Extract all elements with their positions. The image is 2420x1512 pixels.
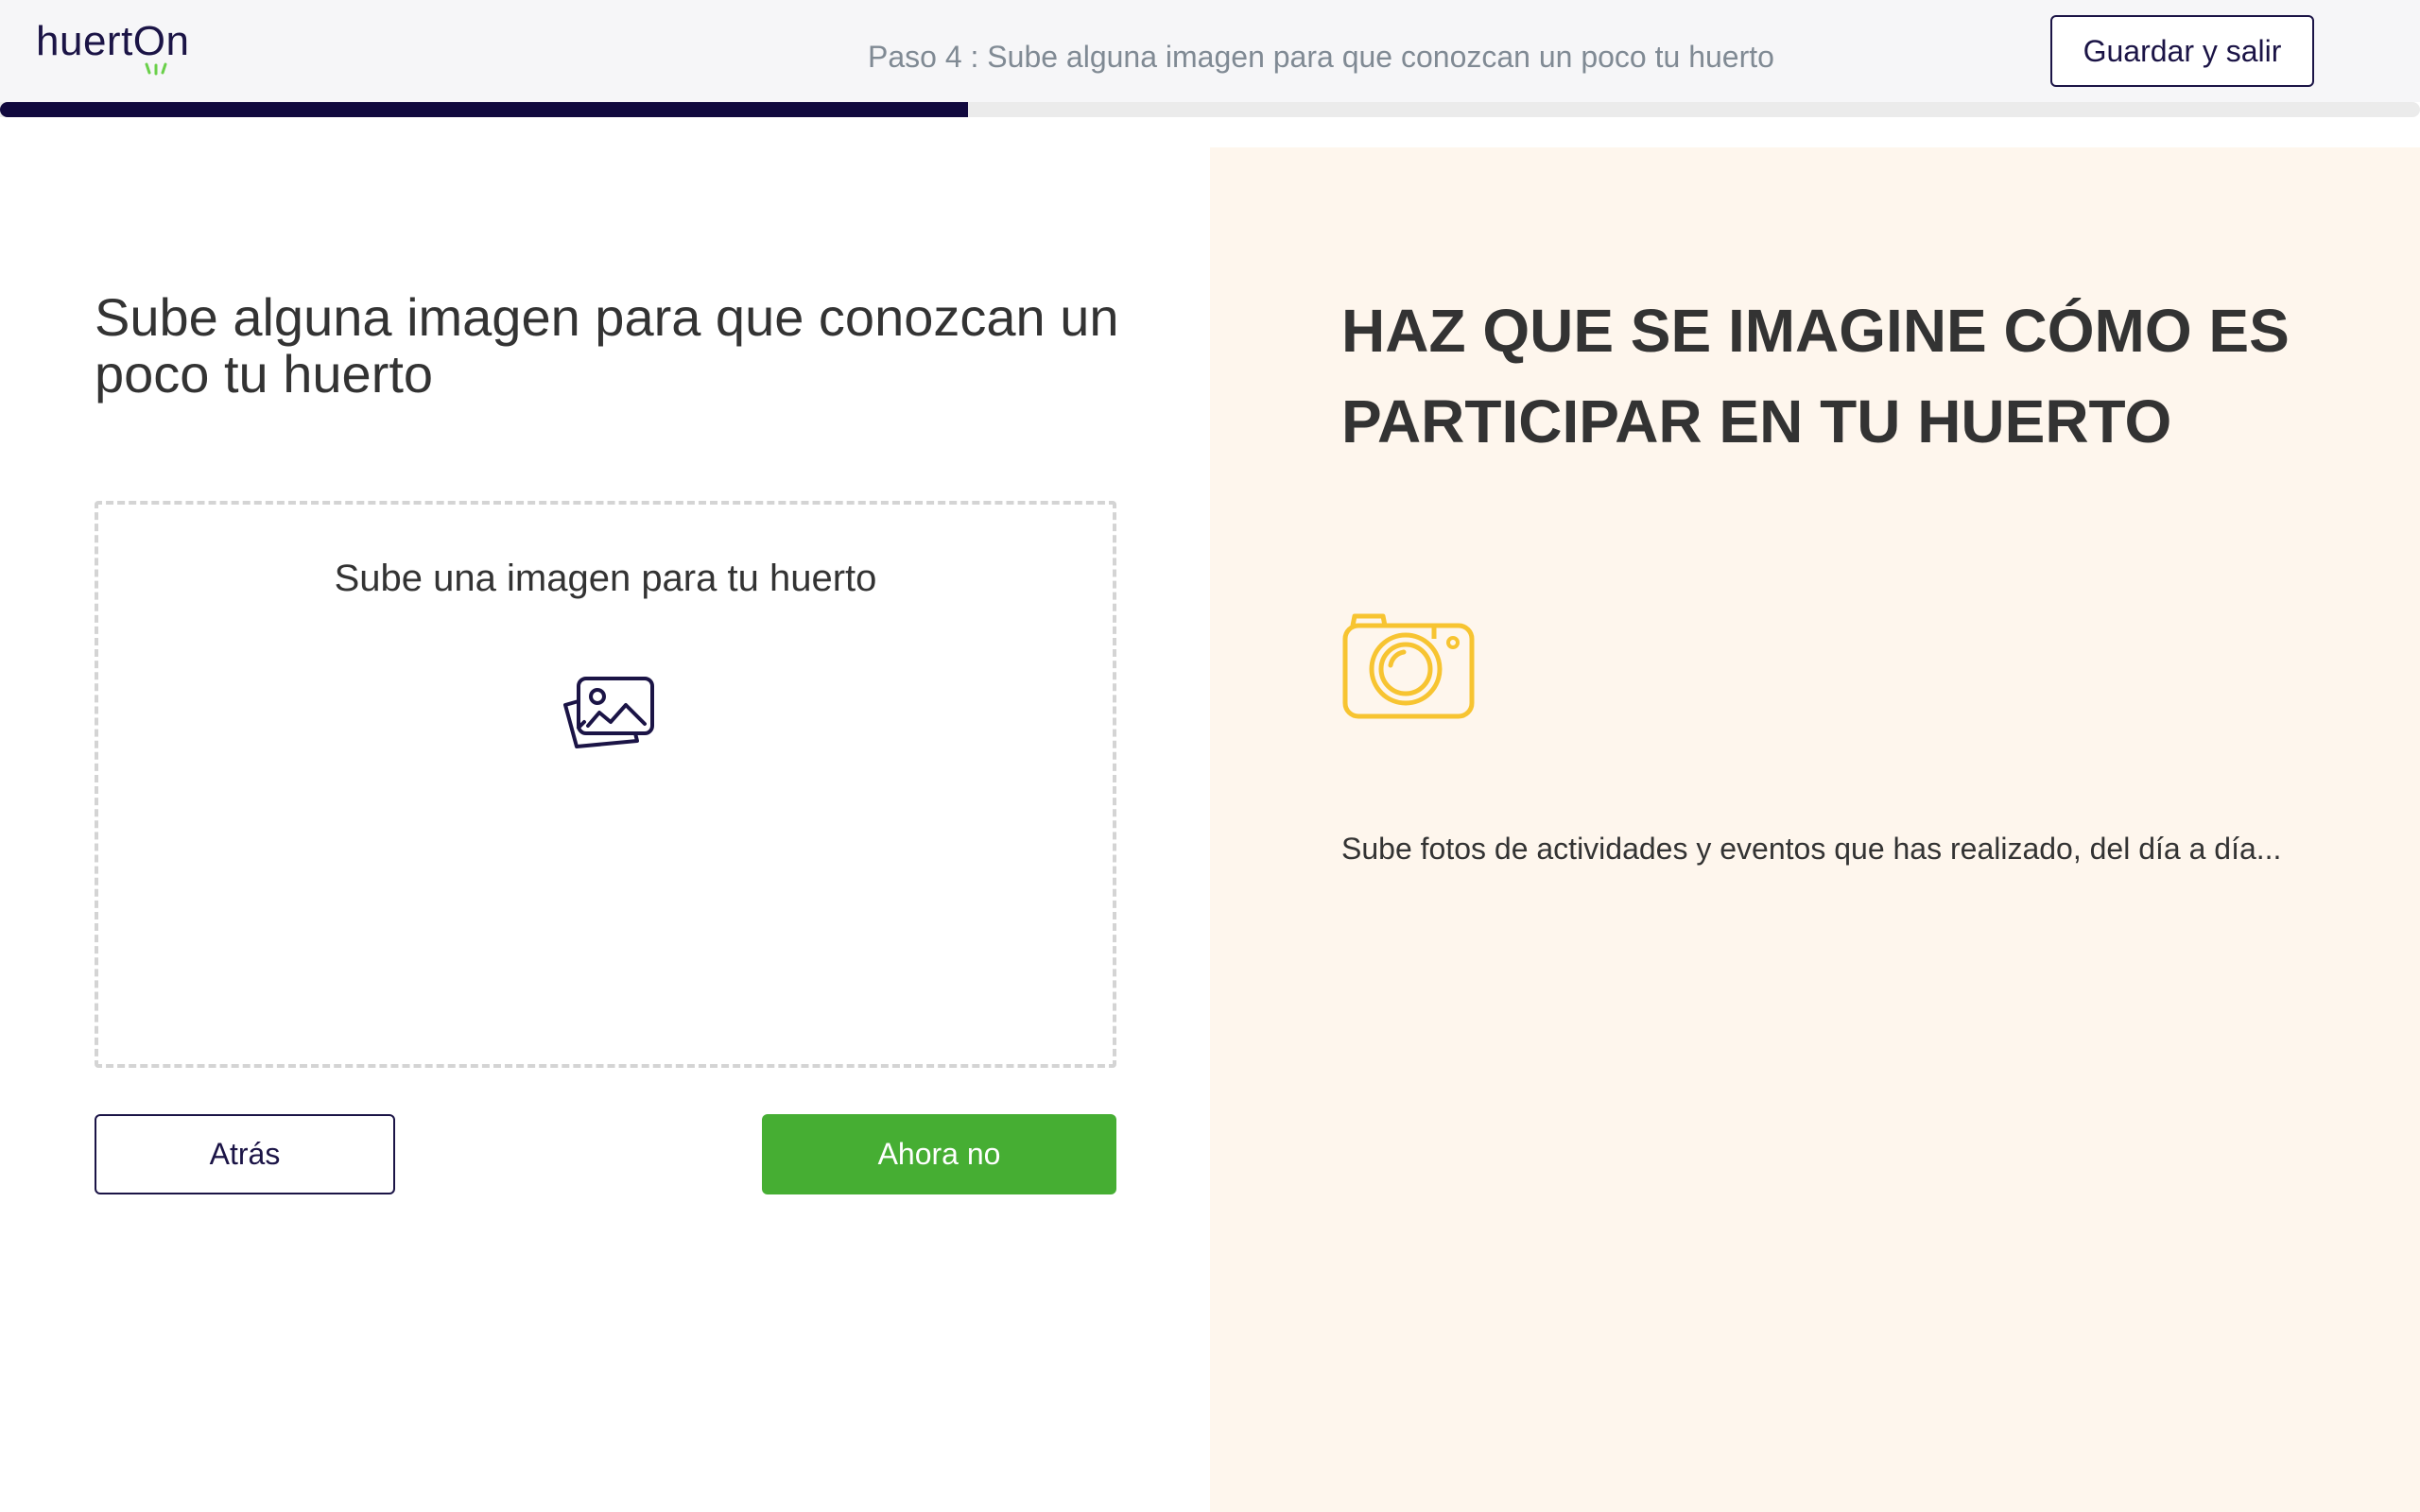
- save-and-exit-button[interactable]: Guardar y salir: [2050, 15, 2314, 87]
- not-now-button[interactable]: Ahora no: [762, 1114, 1116, 1194]
- tip-title: HAZ QUE SE IMAGINE CÓMO ES PARTICIPAR EN…: [1341, 297, 2290, 455]
- progress-bar: [0, 102, 2420, 117]
- top-header: huertOn Paso 4 : Sube alguna imagen para…: [0, 0, 2420, 102]
- tip-description: Sube fotos de actividades y eventos que …: [1341, 832, 2282, 866]
- back-button[interactable]: Atrás: [95, 1114, 395, 1194]
- upload-label: Sube una imagen para tu huerto: [334, 558, 877, 599]
- progress-bar-fill: [0, 102, 968, 117]
- huerton-logo[interactable]: huertOn: [36, 21, 189, 62]
- step-indicator: Paso 4 : Sube alguna imagen para que con…: [868, 40, 1774, 74]
- sprout-icon: [145, 62, 167, 76]
- images-icon: [563, 677, 654, 748]
- image-upload-dropzone[interactable]: Sube una imagen para tu huerto: [95, 501, 1116, 1068]
- camera-icon: [1342, 613, 1475, 719]
- tip-panel: HAZ QUE SE IMAGINE CÓMO ES PARTICIPAR EN…: [1210, 147, 2420, 1512]
- page-title: Sube alguna imagen para que conozcan un …: [95, 287, 1119, 404]
